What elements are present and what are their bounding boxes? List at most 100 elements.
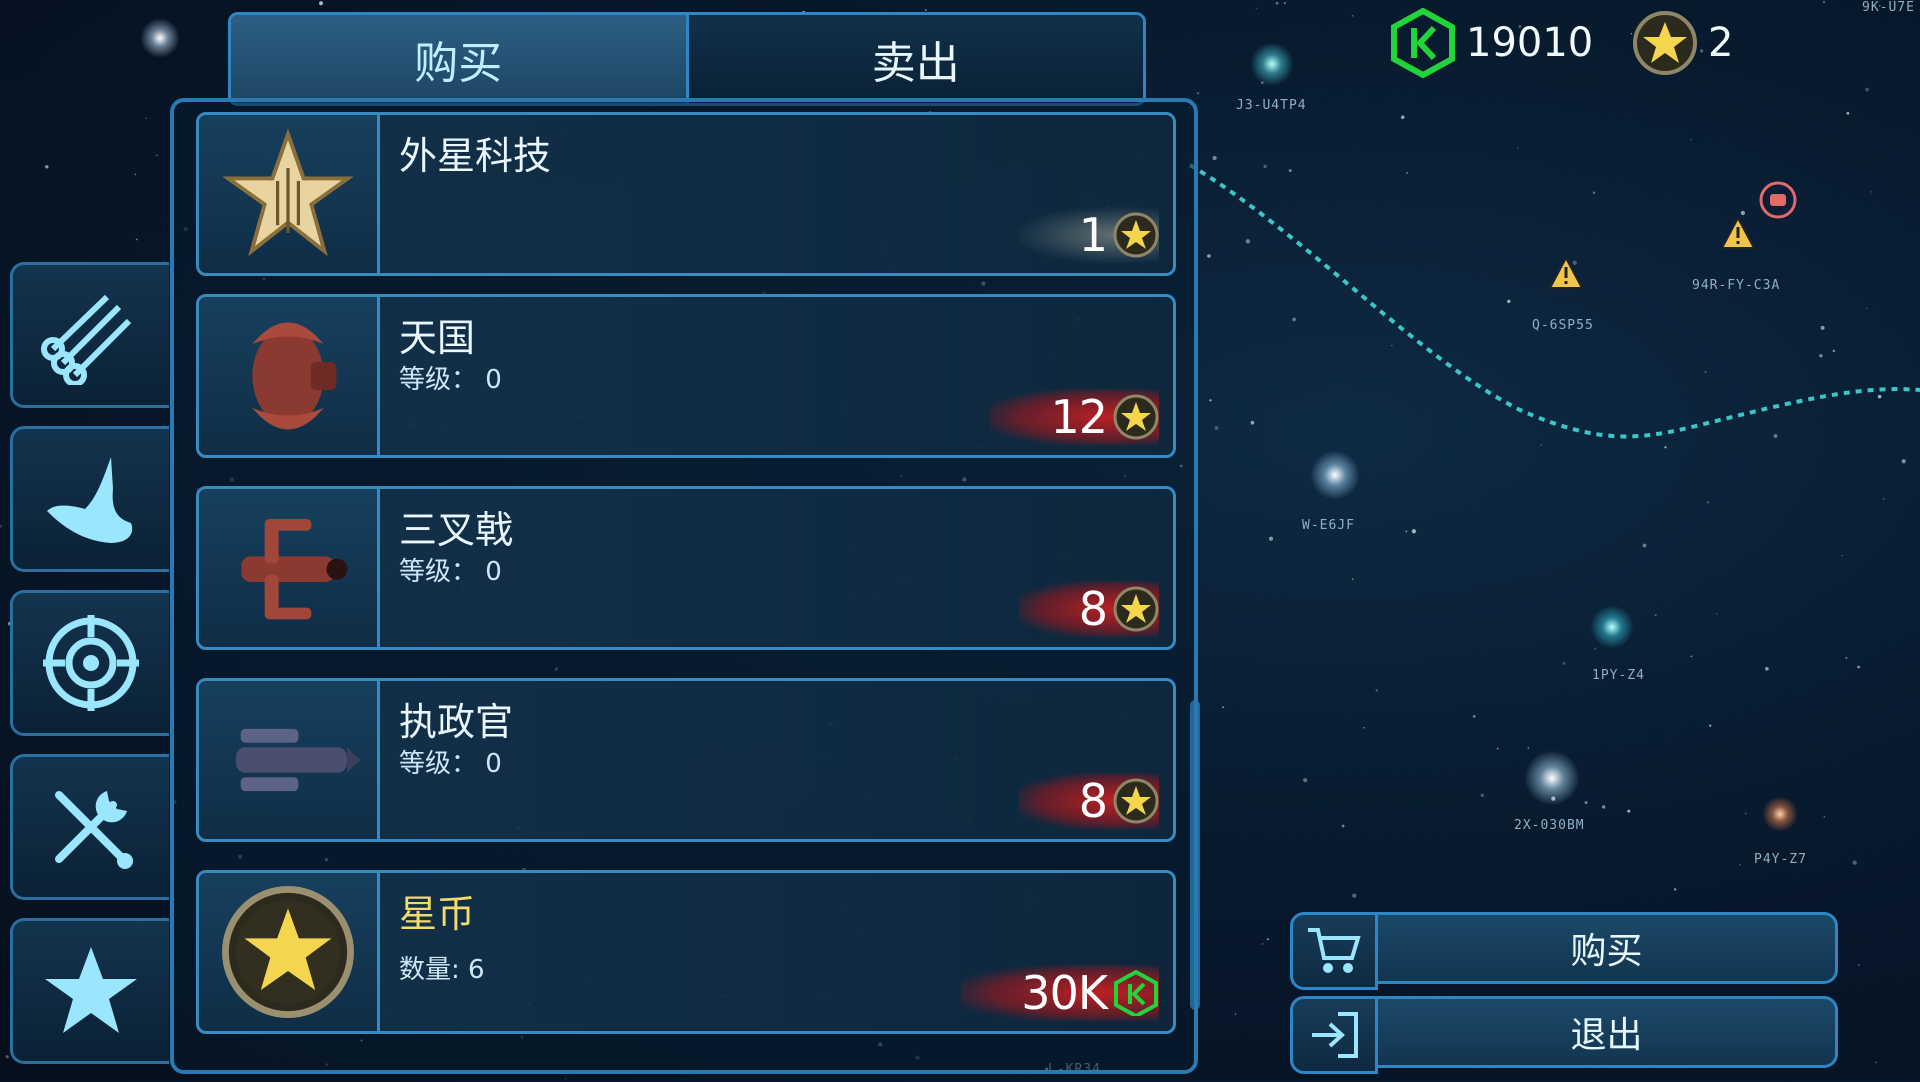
background-star [1234, 1013, 1237, 1016]
shop-item[interactable]: 外星科技 1 [196, 112, 1176, 276]
bright-star [1250, 42, 1294, 86]
background-star [1255, 7, 1258, 9]
background-star [1841, 554, 1843, 557]
background-star [1400, 115, 1405, 120]
item-level: 等级： 0 [399, 749, 502, 779]
shop-item[interactable]: 执政官 等级： 0 8 [196, 678, 1176, 842]
background-star [1261, 942, 1264, 945]
cart-button[interactable] [1290, 912, 1378, 990]
shop-item[interactable]: 星币 数量: 6 30K [196, 870, 1176, 1034]
item-name: 外星科技 [399, 134, 552, 178]
category-rail [10, 262, 170, 1082]
item-price: 30K [961, 965, 1159, 1021]
background-star [1654, 614, 1657, 617]
background-star [1690, 138, 1693, 141]
background-star [45, 165, 49, 169]
bright-star [1762, 796, 1798, 832]
star-coin-icon [1113, 212, 1159, 258]
background-star [1673, 888, 1677, 891]
tab-sell[interactable]: 卖出 [688, 15, 1143, 103]
background-star [1690, 655, 1693, 658]
bright-star [140, 18, 180, 58]
background-star [1480, 793, 1485, 798]
price-value: 8 [1078, 582, 1108, 636]
background-star [1562, 661, 1566, 665]
background-star [1375, 689, 1378, 692]
background-star [1507, 299, 1511, 304]
cart-icon [1308, 928, 1361, 973]
buy-button[interactable]: 购买 [1378, 912, 1838, 984]
buy-action[interactable]: 购买 [1290, 912, 1838, 990]
background-star [1866, 307, 1868, 310]
background-star [1822, 0, 1826, 4]
system-label: W-E6JF [1302, 518, 1355, 533]
star-coin-icon [1113, 586, 1159, 632]
credit-cube-icon [1391, 8, 1455, 78]
background-star [1740, 210, 1745, 216]
exit-icon [1312, 1012, 1358, 1058]
background-star [1275, 1, 1279, 5]
star-coin-icon [222, 886, 354, 1018]
exit-button[interactable]: 退出 [1378, 996, 1838, 1068]
enemy-marker-icon[interactable] [1758, 180, 1798, 220]
shop-item[interactable]: 三叉戟 等级： 0 8 [196, 486, 1176, 650]
background-star [1351, 14, 1354, 17]
category-materials[interactable] [10, 262, 169, 408]
background-star [1715, 613, 1718, 615]
scrollbar[interactable] [1190, 700, 1200, 1010]
background-star [1263, 164, 1267, 169]
background-star [1773, 433, 1778, 438]
item-level: 等级： 0 [399, 365, 502, 395]
credits-display: 19010 [1390, 8, 1593, 78]
category-modules[interactable] [10, 754, 169, 900]
item-name: 执政官 [399, 700, 514, 744]
item-quantity: 数量: 6 [399, 955, 485, 985]
background-star [1584, 801, 1588, 805]
bright-star [1310, 450, 1360, 500]
background-star [1765, 666, 1769, 671]
hull-icon [47, 457, 133, 543]
credit-cube-icon [1114, 970, 1158, 1016]
category-special[interactable] [10, 918, 169, 1064]
category-hulls[interactable] [10, 426, 169, 572]
background-star [1819, 354, 1823, 358]
item-thumbnail [199, 873, 380, 1031]
background-star [134, 173, 137, 176]
background-star [1706, 501, 1710, 504]
background-star [135, 238, 138, 241]
system-label: 1PY-Z4 [1592, 668, 1645, 683]
star-icon [45, 947, 137, 1033]
background-star [924, 9, 927, 11]
background-star [1744, 812, 1747, 815]
background-star [1245, 239, 1251, 244]
price-value: 12 [1050, 390, 1108, 444]
background-star [1883, 498, 1885, 500]
warning-icon[interactable] [1548, 256, 1584, 290]
background-star [5, 1055, 9, 1059]
background-star [1592, 191, 1596, 194]
background-star [564, 1077, 567, 1080]
background-star [1411, 529, 1417, 534]
background-star [1268, 536, 1274, 541]
exit-icon-button[interactable] [1290, 996, 1378, 1074]
background-star [1363, 727, 1365, 729]
background-star [1664, 446, 1667, 449]
background-star [1406, 172, 1408, 174]
background-star [1391, 344, 1393, 347]
background-star [1594, 648, 1596, 650]
background-star [0, 524, 2, 528]
system-label: 9K-U7E [1862, 0, 1915, 15]
heaven-ship-icon [252, 322, 337, 430]
tab-buy[interactable]: 购买 [231, 15, 689, 103]
exit-action[interactable]: 退出 [1290, 996, 1838, 1074]
target-icon [43, 615, 139, 711]
archon-ship-icon [236, 728, 361, 792]
warning-icon[interactable] [1720, 216, 1756, 250]
shop-item[interactable]: 天国 等级： 0 12 [196, 294, 1176, 458]
alien-tech-star-icon [223, 129, 353, 257]
credits-value: 19010 [1466, 20, 1594, 66]
category-weapons[interactable] [10, 590, 169, 736]
stars-value: 2 [1708, 20, 1734, 66]
background-star [1832, 349, 1836, 353]
background-star [1709, 724, 1712, 727]
